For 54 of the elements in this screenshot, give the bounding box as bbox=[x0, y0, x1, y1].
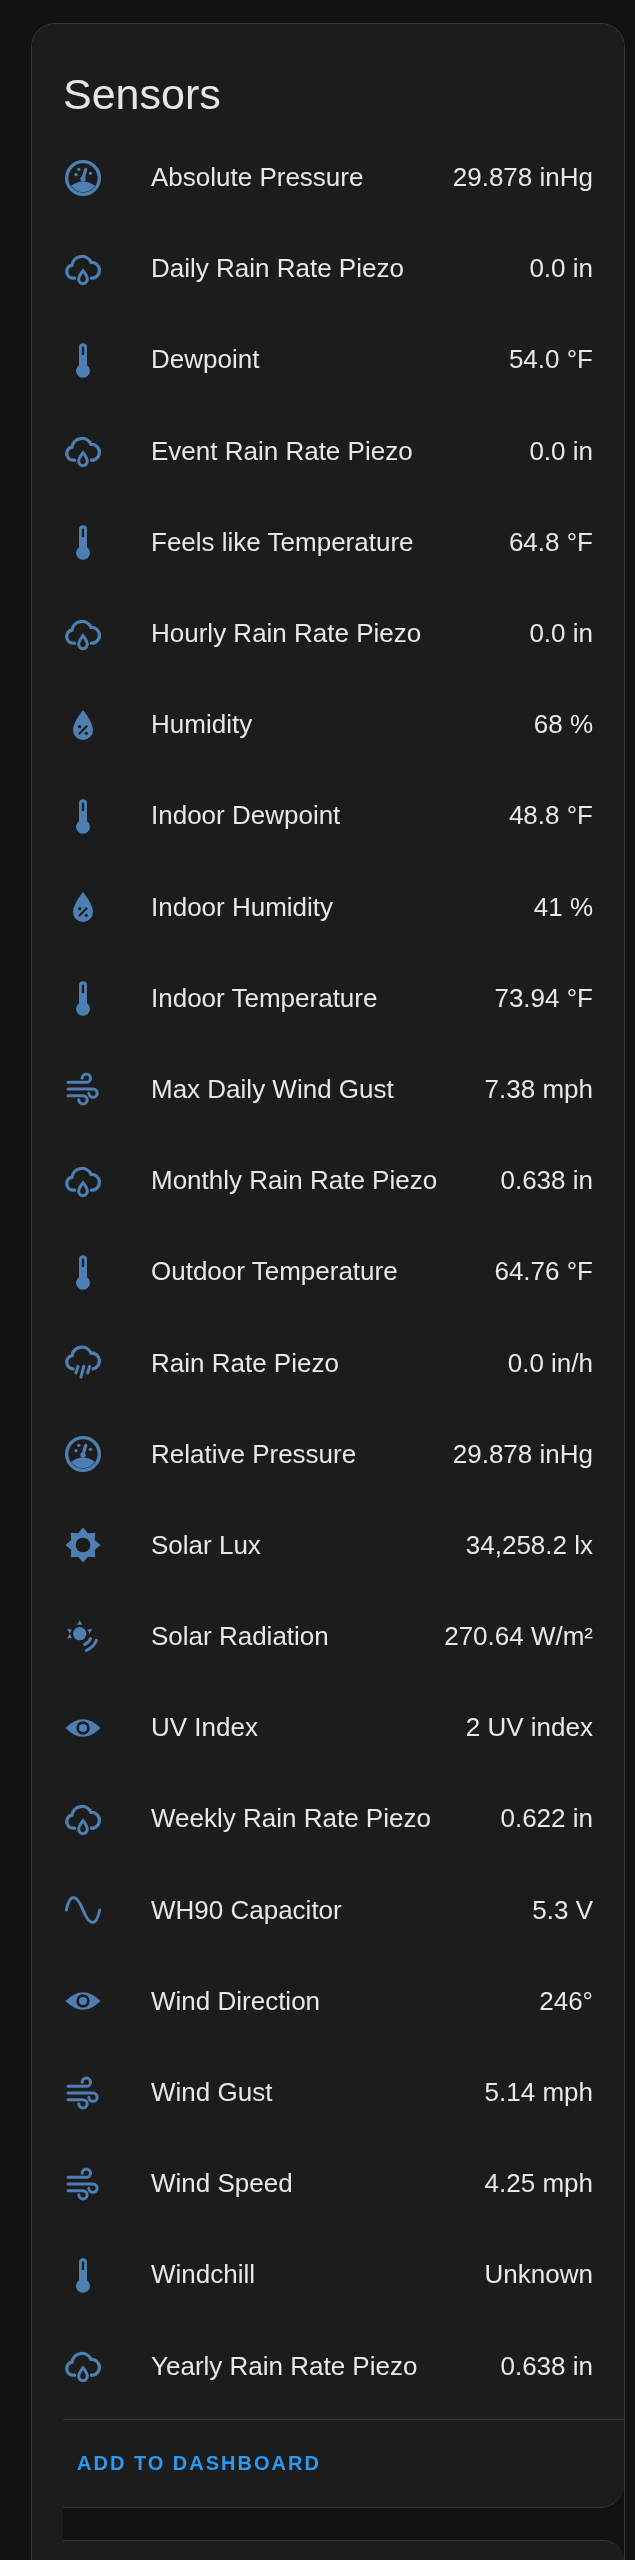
sensor-name: Event Rain Rate Piezo bbox=[151, 435, 414, 467]
sensor-name: Weekly Rain Rate Piezo bbox=[151, 1803, 432, 1835]
sensor-value: 246° bbox=[539, 1985, 593, 2017]
sensor-name: Indoor Dewpoint bbox=[151, 800, 342, 832]
sensor-value: 29.878 inHg bbox=[452, 162, 593, 194]
sensor-name: Indoor Temperature bbox=[151, 982, 379, 1014]
sensor-value: 0.0 in/h bbox=[507, 1347, 593, 1379]
sensor-name: Indoor Humidity bbox=[151, 891, 335, 923]
sensor-value: 270.64 W/m² bbox=[444, 1621, 593, 1653]
sensor-name: Hourly Rain Rate Piezo bbox=[151, 618, 423, 650]
sensor-value: 29.878 inHg bbox=[452, 1438, 593, 1470]
sensor-value: 54.0 °F bbox=[508, 344, 593, 376]
sensor-name: Wind Speed bbox=[151, 2168, 294, 2200]
sensor-value: 0.0 in bbox=[529, 253, 593, 285]
sensor-name: Daily Rain Rate Piezo bbox=[151, 253, 405, 285]
sensor-value: 4.25 mph bbox=[484, 2168, 593, 2200]
sensor-name: Yearly Rain Rate Piezo bbox=[151, 2350, 419, 2382]
sensor-value: 7.38 mph bbox=[484, 1073, 593, 1105]
sensor-name: Absolute Pressure bbox=[151, 162, 365, 194]
sensor-value: 41 % bbox=[533, 891, 593, 923]
sensor-name: Solar Lux bbox=[151, 1529, 262, 1561]
gauge-icon bbox=[63, 157, 103, 198]
sensor-value: 2 UV index bbox=[465, 1712, 593, 1744]
sensor-name: Humidity bbox=[151, 709, 254, 741]
sensor-value: 34,258.2 lx bbox=[465, 1529, 593, 1561]
sensor-name: Solar Radiation bbox=[151, 1621, 330, 1653]
card-title: Sensors bbox=[63, 69, 222, 120]
sensor-value: 0.638 in bbox=[500, 1165, 593, 1197]
sensor-value: 64.76 °F bbox=[494, 1256, 593, 1288]
sensor-value: 5.14 mph bbox=[484, 2077, 593, 2109]
gauge-icon bbox=[63, 1434, 103, 1475]
add-to-dashboard-button[interactable]: ADD TO DASHBOARD bbox=[69, 2443, 329, 2483]
sensor-value: 48.8 °F bbox=[508, 800, 593, 832]
sensor-value: 5.3 V bbox=[532, 1894, 593, 1926]
sensor-name: Outdoor Temperature bbox=[151, 1256, 399, 1288]
sensor-name: Feels like Temperature bbox=[151, 526, 415, 558]
sensor-name: Monthly Rain Rate Piezo bbox=[151, 1165, 439, 1197]
sensor-name: Wind Direction bbox=[151, 1985, 322, 2017]
sensor-value: 0.0 in bbox=[529, 435, 593, 467]
sensor-name: WH90 Capacitor bbox=[151, 1894, 343, 1926]
sensor-name: Rain Rate Piezo bbox=[151, 1347, 340, 1379]
sensor-name: UV Index bbox=[151, 1712, 259, 1744]
sensor-name: Relative Pressure bbox=[151, 1438, 358, 1470]
sensor-value: Unknown bbox=[484, 2259, 593, 2291]
sensor-value: 73.94 °F bbox=[494, 982, 593, 1014]
sensor-value: 64.8 °F bbox=[508, 526, 593, 558]
sensor-name: Wind Gust bbox=[151, 2077, 274, 2109]
sensor-name: Windchill bbox=[151, 2259, 257, 2291]
sensor-name: Max Daily Wind Gust bbox=[151, 1073, 395, 1105]
sensor-value: 0.0 in bbox=[529, 618, 593, 650]
sensor-value: 68 % bbox=[533, 709, 593, 741]
sensor-value: 0.622 in bbox=[500, 1803, 593, 1835]
sensor-value: 0.638 in bbox=[500, 2350, 593, 2382]
sensor-name: Dewpoint bbox=[151, 344, 261, 376]
